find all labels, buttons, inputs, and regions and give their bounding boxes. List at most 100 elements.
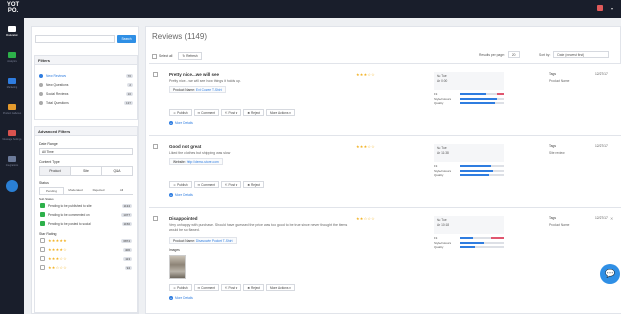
reviews-panel: Reviews (1149) Select all ↻ Refresh Resul…	[145, 26, 621, 314]
product-link[interactable]: Ext Cozee T-Shirt	[196, 88, 222, 92]
filters-title: Filters	[35, 56, 137, 65]
review-meta: № Tue Ar 10:18	[434, 216, 504, 234]
question-icon	[39, 82, 43, 87]
publish-button[interactable]: ☺ Publish	[169, 181, 192, 188]
content-type-site[interactable]: Site	[70, 167, 101, 175]
more-details-link[interactable]: + More Details	[169, 296, 193, 300]
content-type-toggle: Product Site Q&A	[39, 166, 133, 176]
question-icon	[39, 100, 43, 105]
review-meta: № Tue Ar 0:00	[434, 72, 504, 90]
review-image[interactable]	[169, 255, 186, 279]
more-details-link[interactable]: + More Details	[169, 193, 193, 197]
status-label: Status	[39, 181, 49, 185]
content-type-product[interactable]: Product	[40, 167, 70, 175]
quality-bar: Quality	[434, 101, 504, 106]
social-icon	[39, 91, 43, 96]
tab-rejected[interactable]: Rejected	[87, 187, 110, 194]
publish-button[interactable]: ☺ Publish	[169, 284, 192, 291]
stars-icon: ★★★☆☆	[48, 256, 67, 261]
gift-icon[interactable]	[596, 5, 603, 11]
post-button[interactable]: ⇱ Post ▾	[220, 109, 242, 116]
stars-icon: ★★★★★	[48, 238, 67, 243]
star-icon	[39, 73, 43, 78]
more-actions-button[interactable]: More Actions ▾	[266, 284, 295, 291]
images-label: Images	[169, 248, 180, 252]
more-actions-button[interactable]: More Actions ▾	[266, 109, 295, 116]
checkbox-icon[interactable]	[40, 203, 45, 208]
reject-button[interactable]: ✖ Reject	[243, 109, 264, 116]
sub-status-item[interactable]: Pending to be posted to social 1150	[35, 219, 137, 228]
publish-button[interactable]: ☺ Publish	[169, 109, 192, 116]
comment-button[interactable]: ✉ Comment	[193, 284, 219, 291]
filter-social-reviews[interactable]: Social Reviews 10	[35, 89, 137, 98]
search-button[interactable]: Search	[117, 35, 136, 43]
side-nav: Moderation Analytics Marketing Product G…	[0, 18, 24, 314]
nav-item-galleries[interactable]: Product Galleries	[0, 96, 24, 122]
reject-button[interactable]: ✖ Reject	[243, 284, 264, 291]
checkbox-icon[interactable]	[152, 53, 157, 59]
review-date: 12/27/17	[595, 216, 608, 220]
tags-label: Tags	[549, 216, 556, 220]
search-input[interactable]	[35, 35, 115, 43]
stars-icon: ★★☆☆☆	[48, 265, 67, 270]
review-date: 12/27/17	[595, 144, 608, 148]
sort-select[interactable]: Date (newest first)	[553, 51, 610, 58]
advanced-filters-title: Advanced Filters	[35, 127, 137, 136]
nav-item-moderation[interactable]: Moderation	[0, 18, 24, 44]
content-type-qa[interactable]: Q&A	[101, 167, 132, 175]
results-per-page: Results per page: 20	[479, 51, 520, 58]
date-range-select[interactable]: All Time	[39, 148, 133, 155]
checkbox-icon[interactable]	[40, 238, 45, 243]
star-filter-row[interactable]: ★★☆☆☆ 94	[35, 263, 137, 272]
checkbox-icon[interactable]	[153, 216, 158, 221]
attribute-bars: Fit Style/colours Quality	[434, 236, 504, 250]
tab-all[interactable]: All	[110, 187, 133, 194]
refresh-button[interactable]: ↻ Refresh	[178, 52, 202, 60]
checkbox-icon[interactable]	[40, 265, 45, 270]
tab-moderated[interactable]: Moderated	[64, 187, 87, 194]
post-button[interactable]: ⇱ Post ▾	[220, 181, 242, 188]
checkbox-icon[interactable]	[40, 212, 45, 217]
select-all[interactable]: Select all ↻ Refresh	[152, 52, 202, 60]
filter-new-questions[interactable]: New Questions 2	[35, 80, 137, 89]
website-link[interactable]: http://demo-store.com	[187, 160, 219, 164]
comment-button[interactable]: ✉ Comment	[193, 181, 219, 188]
checkbox-icon[interactable]	[40, 256, 45, 261]
filter-new-reviews[interactable]: New Reviews 70	[35, 71, 137, 80]
product-link[interactable]: Disavowie Pocket T-Shirt	[196, 239, 233, 243]
results-per-page-select[interactable]: 20	[507, 51, 520, 58]
tab-pending[interactable]: Pending	[39, 187, 64, 194]
review-body: Pretty nice...we will see how things it …	[169, 79, 241, 83]
sub-status-item[interactable]: Pending to be commented on 1077	[35, 210, 137, 219]
comment-button[interactable]: ✉ Comment	[193, 109, 219, 116]
gallery-icon	[8, 103, 16, 110]
checkbox-icon[interactable]	[40, 221, 45, 226]
review-actions: ☺ Publish ✉ Comment ⇱ Post ▾ ✖ Reject Mo…	[169, 109, 295, 116]
star-filter-row[interactable]: ★★★★★ 6874	[35, 236, 137, 245]
rating-stars: ★★★☆☆	[356, 72, 375, 77]
nav-item-marketing[interactable]: Marketing	[0, 70, 24, 96]
quality-bar: Quality	[434, 245, 504, 250]
star-filter-row[interactable]: ★★★★☆ 406	[35, 245, 137, 254]
sub-status-item[interactable]: Pending to be published to site 1134	[35, 201, 137, 210]
close-icon[interactable]: ✕	[610, 216, 613, 221]
checkbox-icon[interactable]	[40, 247, 45, 252]
checkbox-icon[interactable]	[153, 72, 158, 77]
checkbox-icon[interactable]	[153, 144, 158, 149]
more-details-link[interactable]: + More Details	[169, 121, 193, 125]
page-title: Reviews (1149)	[152, 32, 207, 41]
nav-item-messages[interactable]: Message Settings	[0, 122, 24, 148]
nav-item-integrations[interactable]: Integrations	[0, 148, 24, 174]
user-menu-icon[interactable]: ▾	[611, 6, 613, 11]
star-filter-row[interactable]: ★★★☆☆ 113	[35, 254, 137, 263]
nav-item-analytics[interactable]: Analytics	[0, 44, 24, 70]
rating-stars: ★★☆☆☆	[356, 216, 375, 221]
chat-icon[interactable]: 💬	[600, 264, 620, 284]
date-range-label: Date Range	[39, 142, 58, 146]
filter-total-questions[interactable]: Total Questions 137	[35, 98, 137, 107]
globe-icon[interactable]	[6, 180, 18, 192]
integrations-icon	[8, 155, 16, 162]
reject-button[interactable]: ✖ Reject	[243, 181, 264, 188]
post-button[interactable]: ⇱ Post ▾	[220, 284, 242, 291]
plus-icon: +	[169, 296, 173, 300]
